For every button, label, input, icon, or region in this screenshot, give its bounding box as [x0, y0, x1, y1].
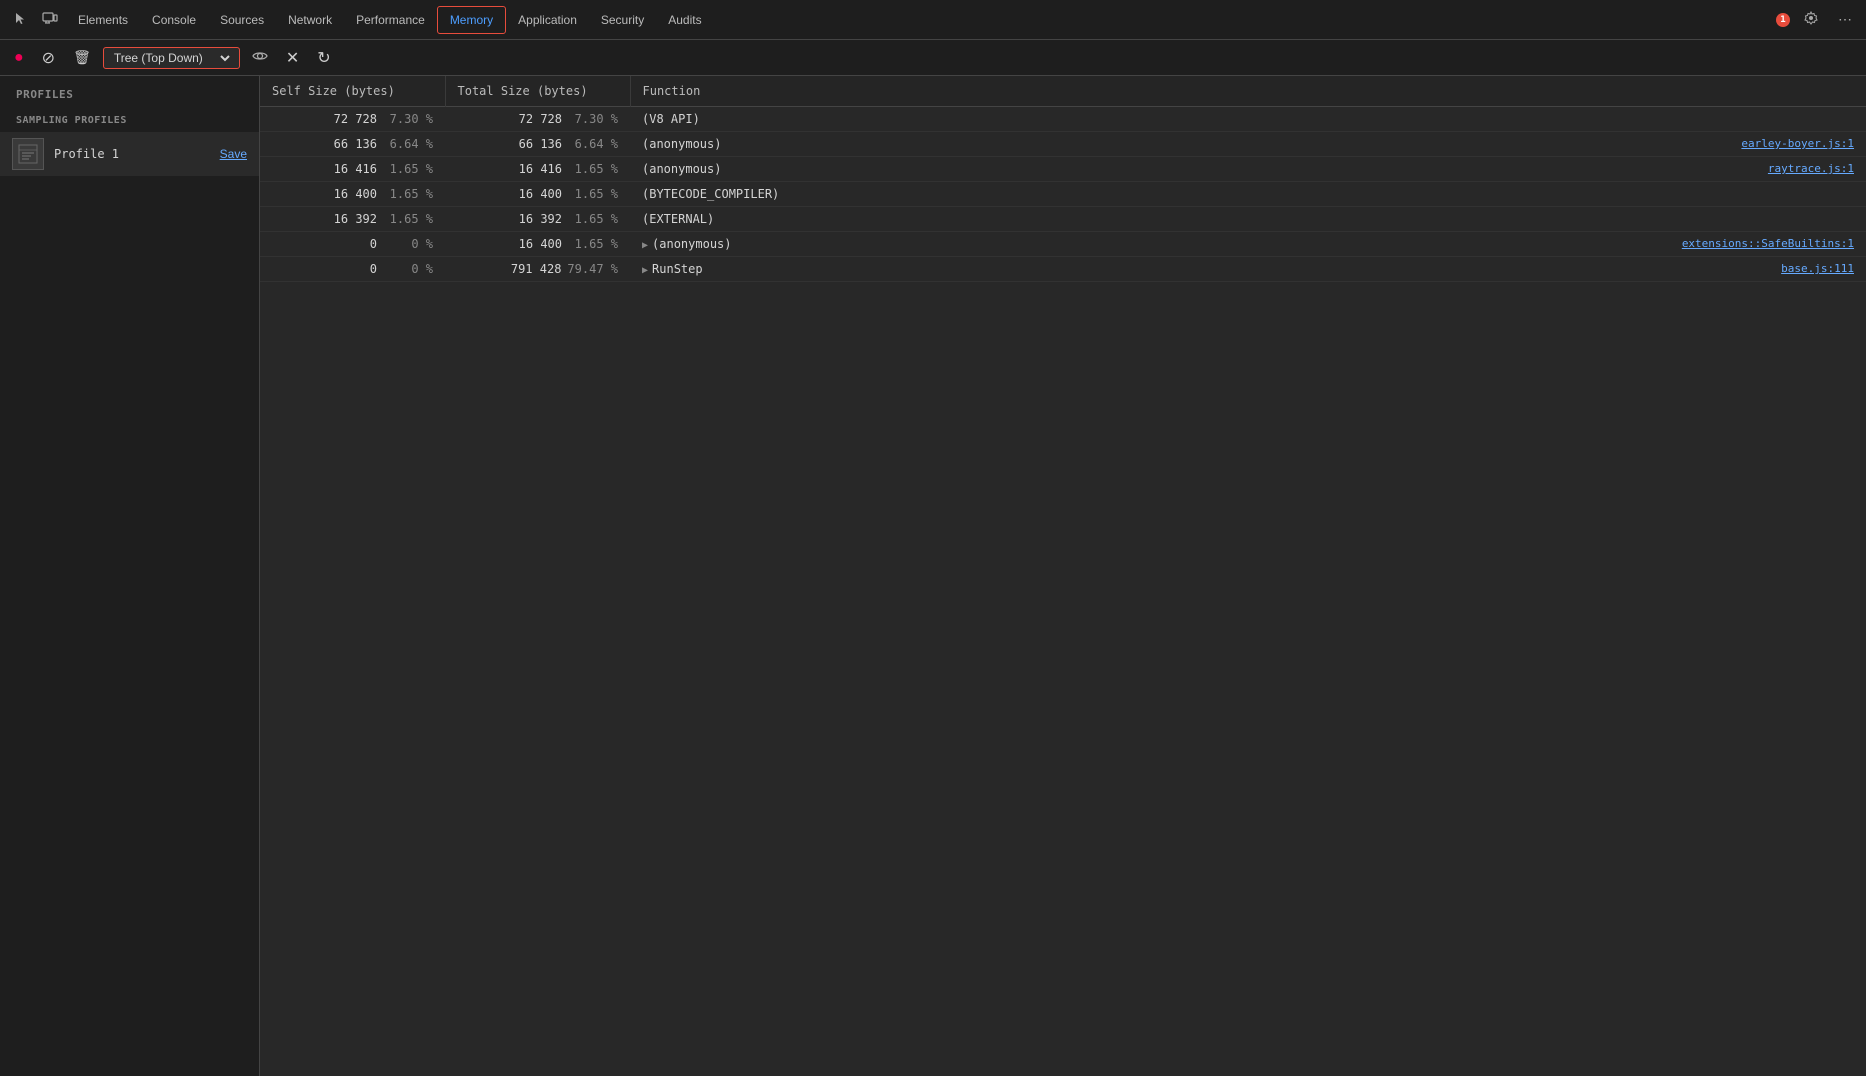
nav-tab-console[interactable]: Console	[140, 7, 208, 33]
cell-total-4: 16 3921.65 %	[445, 207, 630, 232]
cell-total-6: 791 42879.47 %	[445, 257, 630, 282]
col-self-size[interactable]: Self Size (bytes)	[260, 76, 445, 107]
cell-function-4: (EXTERNAL)	[630, 207, 1866, 232]
cell-function-2: (anonymous) raytrace.js:1	[630, 157, 1866, 182]
more-btn[interactable]: ⋯	[1832, 7, 1858, 32]
cell-function-1: (anonymous) earley-boyer.js:1	[630, 132, 1866, 157]
nav-tab-network[interactable]: Network	[276, 7, 344, 33]
content-area: Self Size (bytes) Total Size (bytes) Fun…	[260, 76, 1866, 1076]
record-btn[interactable]: ●	[8, 45, 30, 71]
cell-self-6: 00 %	[260, 257, 445, 282]
nav-tab-performance[interactable]: Performance	[344, 7, 437, 33]
cell-self-1: 66 1366.64 %	[260, 132, 445, 157]
cell-total-2: 16 4161.65 %	[445, 157, 630, 182]
nav-tab-memory[interactable]: Memory	[437, 6, 506, 34]
cell-self-0: 72 7287.30 %	[260, 107, 445, 132]
function-name: (anonymous)	[652, 237, 731, 251]
table-row[interactable]: 00 %791 42879.47 % ▶ RunStep base.js:111	[260, 257, 1866, 282]
col-total-size[interactable]: Total Size (bytes)	[445, 76, 630, 107]
cell-function-0: (V8 API)	[630, 107, 1866, 132]
cursor-icon-btn[interactable]	[8, 7, 34, 32]
function-name: (anonymous)	[642, 137, 721, 151]
top-nav: ElementsConsoleSourcesNetworkPerformance…	[0, 0, 1866, 40]
refresh-btn[interactable]: ↻	[311, 44, 336, 72]
table-row[interactable]: 72 7287.30 %72 7287.30 % (V8 API)	[260, 107, 1866, 132]
nav-tab-sources[interactable]: Sources	[208, 7, 276, 33]
expand-arrow[interactable]: ▶	[642, 240, 648, 251]
error-count: 1	[1776, 13, 1790, 27]
delete-btn[interactable]: 🗑	[67, 45, 97, 70]
sampling-profiles-header: SAMPLING PROFILES	[0, 107, 259, 132]
table-row[interactable]: 16 4001.65 %16 4001.65 % (BYTECODE_COMPIL…	[260, 182, 1866, 207]
function-name: (EXTERNAL)	[642, 212, 714, 226]
profile-list: Profile 1 Save	[0, 132, 259, 176]
cell-total-1: 66 1366.64 %	[445, 132, 630, 157]
profiles-header: Profiles	[0, 76, 259, 107]
profile-icon	[12, 138, 44, 170]
sidebar: Profiles SAMPLING PROFILES Profile 1 Sav…	[0, 76, 260, 1076]
cell-self-4: 16 3921.65 %	[260, 207, 445, 232]
main-layout: Profiles SAMPLING PROFILES Profile 1 Sav…	[0, 76, 1866, 1076]
nav-right: 1 ⋯	[1776, 7, 1858, 32]
function-name: (BYTECODE_COMPILER)	[642, 187, 779, 201]
settings-btn[interactable]	[1798, 7, 1824, 32]
function-name: (V8 API)	[642, 112, 700, 126]
clear-btn[interactable]: ✕	[280, 44, 305, 72]
table-row[interactable]: 16 3921.65 %16 3921.65 % (EXTERNAL)	[260, 207, 1866, 232]
cell-self-5: 00 %	[260, 232, 445, 257]
col-function[interactable]: Function	[630, 76, 1866, 107]
function-link[interactable]: base.js:111	[1781, 262, 1854, 275]
function-name: (anonymous)	[642, 162, 721, 176]
nav-tab-application[interactable]: Application	[506, 7, 589, 33]
nav-tab-security[interactable]: Security	[589, 7, 656, 33]
function-link[interactable]: raytrace.js:1	[1768, 162, 1854, 175]
stop-btn[interactable]: ⊘	[36, 44, 61, 72]
cell-total-0: 72 7287.30 %	[445, 107, 630, 132]
nav-tab-elements[interactable]: Elements	[66, 7, 140, 33]
data-table: Self Size (bytes) Total Size (bytes) Fun…	[260, 76, 1866, 282]
nav-tabs: ElementsConsoleSourcesNetworkPerformance…	[66, 6, 714, 34]
table-body: 72 7287.30 %72 7287.30 % (V8 API) 66 1366.…	[260, 107, 1866, 282]
function-link[interactable]: extensions::SafeBuiltins:1	[1682, 237, 1854, 250]
table-row[interactable]: 66 1366.64 %66 1366.64 % (anonymous) earle…	[260, 132, 1866, 157]
cell-function-5: ▶ (anonymous) extensions::SafeBuiltins:1	[630, 232, 1866, 257]
eye-btn[interactable]	[246, 45, 274, 71]
nav-tab-audits[interactable]: Audits	[656, 7, 713, 33]
table-header-row: Self Size (bytes) Total Size (bytes) Fun…	[260, 76, 1866, 107]
cell-self-2: 16 4161.65 %	[260, 157, 445, 182]
cell-total-5: 16 4001.65 %	[445, 232, 630, 257]
profile-name: Profile 1	[54, 147, 210, 161]
function-link[interactable]: earley-boyer.js:1	[1741, 137, 1854, 150]
toolbar: ● ⊘ 🗑 Tree (Top Down)Tree (Bottom Up)Hea…	[0, 40, 1866, 76]
view-select-wrap[interactable]: Tree (Top Down)Tree (Bottom Up)Heavy (Bo…	[103, 47, 240, 69]
profile-save-btn[interactable]: Save	[220, 147, 247, 161]
table-row[interactable]: 00 %16 4001.65 % ▶ (anonymous) extensions::…	[260, 232, 1866, 257]
function-name: RunStep	[652, 262, 703, 276]
cell-self-3: 16 4001.65 %	[260, 182, 445, 207]
cell-function-3: (BYTECODE_COMPILER)	[630, 182, 1866, 207]
expand-arrow[interactable]: ▶	[642, 265, 648, 276]
cell-function-6: ▶ RunStep base.js:111	[630, 257, 1866, 282]
profile-item-profile-1[interactable]: Profile 1 Save	[0, 132, 259, 176]
device-toolbar-btn[interactable]	[36, 7, 64, 32]
cell-total-3: 16 4001.65 %	[445, 182, 630, 207]
view-select[interactable]: Tree (Top Down)Tree (Bottom Up)Heavy (Bo…	[110, 50, 233, 66]
error-badge: 1	[1776, 13, 1790, 27]
table-row[interactable]: 16 4161.65 %16 4161.65 % (anonymous) raytr…	[260, 157, 1866, 182]
